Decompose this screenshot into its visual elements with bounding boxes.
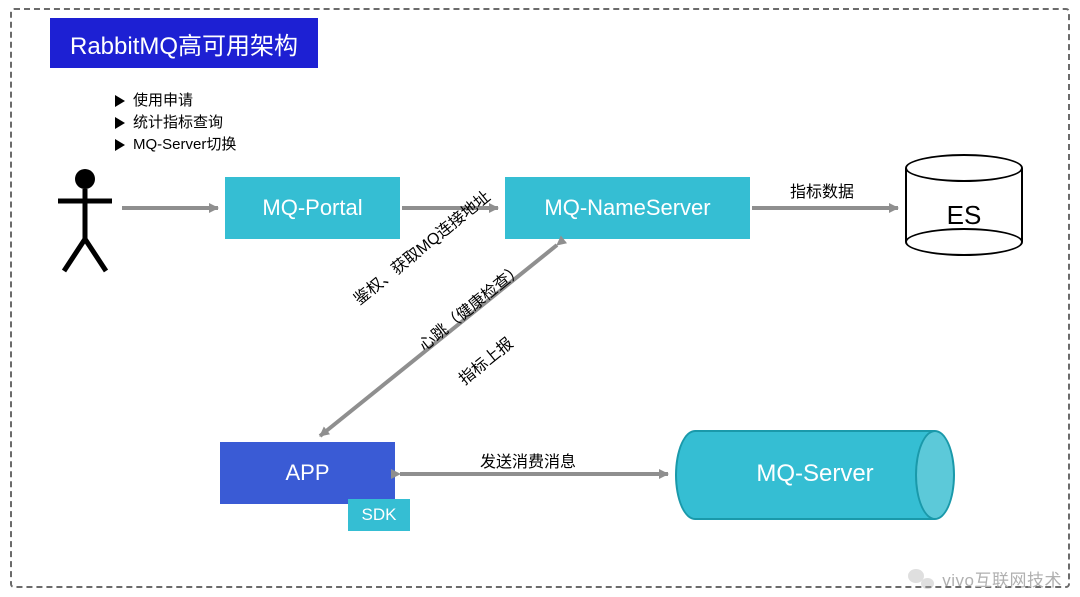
title-text: RabbitMQ高可用架构 bbox=[70, 26, 298, 61]
triangle-icon bbox=[115, 139, 125, 151]
bullet-label: 使用申请 bbox=[133, 90, 193, 112]
node-es-cylinder: ES bbox=[905, 154, 1023, 256]
node-mq-portal: MQ-Portal bbox=[225, 177, 400, 239]
node-label: MQ-Portal bbox=[262, 195, 362, 221]
wechat-icon bbox=[908, 569, 934, 589]
node-label: ES bbox=[905, 200, 1023, 231]
bullet-item: 统计指标查询 bbox=[115, 112, 236, 134]
bullet-label: MQ-Server切换 bbox=[133, 134, 236, 156]
triangle-icon bbox=[115, 117, 125, 129]
edge-label-ns-to-es: 指标数据 bbox=[790, 178, 854, 202]
watermark: vivo互联网技术 bbox=[908, 566, 1062, 591]
node-label: APP bbox=[285, 460, 329, 486]
node-app: APP bbox=[220, 442, 395, 504]
diagram-title: RabbitMQ高可用架构 bbox=[50, 18, 318, 68]
edge-label-send-consume: 发送消费消息 bbox=[480, 448, 576, 472]
bullet-label: 统计指标查询 bbox=[133, 112, 223, 134]
node-mq-server-cylinder: MQ-Server bbox=[675, 430, 955, 520]
node-sdk: SDK bbox=[348, 499, 410, 531]
feature-bullets: 使用申请 统计指标查询 MQ-Server切换 bbox=[115, 90, 236, 156]
bullet-item: MQ-Server切换 bbox=[115, 134, 236, 156]
triangle-icon bbox=[115, 95, 125, 107]
watermark-text: vivo互联网技术 bbox=[942, 566, 1062, 591]
node-label: MQ-NameServer bbox=[544, 195, 710, 221]
node-mq-nameserver: MQ-NameServer bbox=[505, 177, 750, 239]
node-label: SDK bbox=[362, 505, 397, 525]
bullet-item: 使用申请 bbox=[115, 90, 236, 112]
node-label: MQ-Server bbox=[675, 460, 955, 488]
user-actor-icon bbox=[50, 165, 120, 275]
